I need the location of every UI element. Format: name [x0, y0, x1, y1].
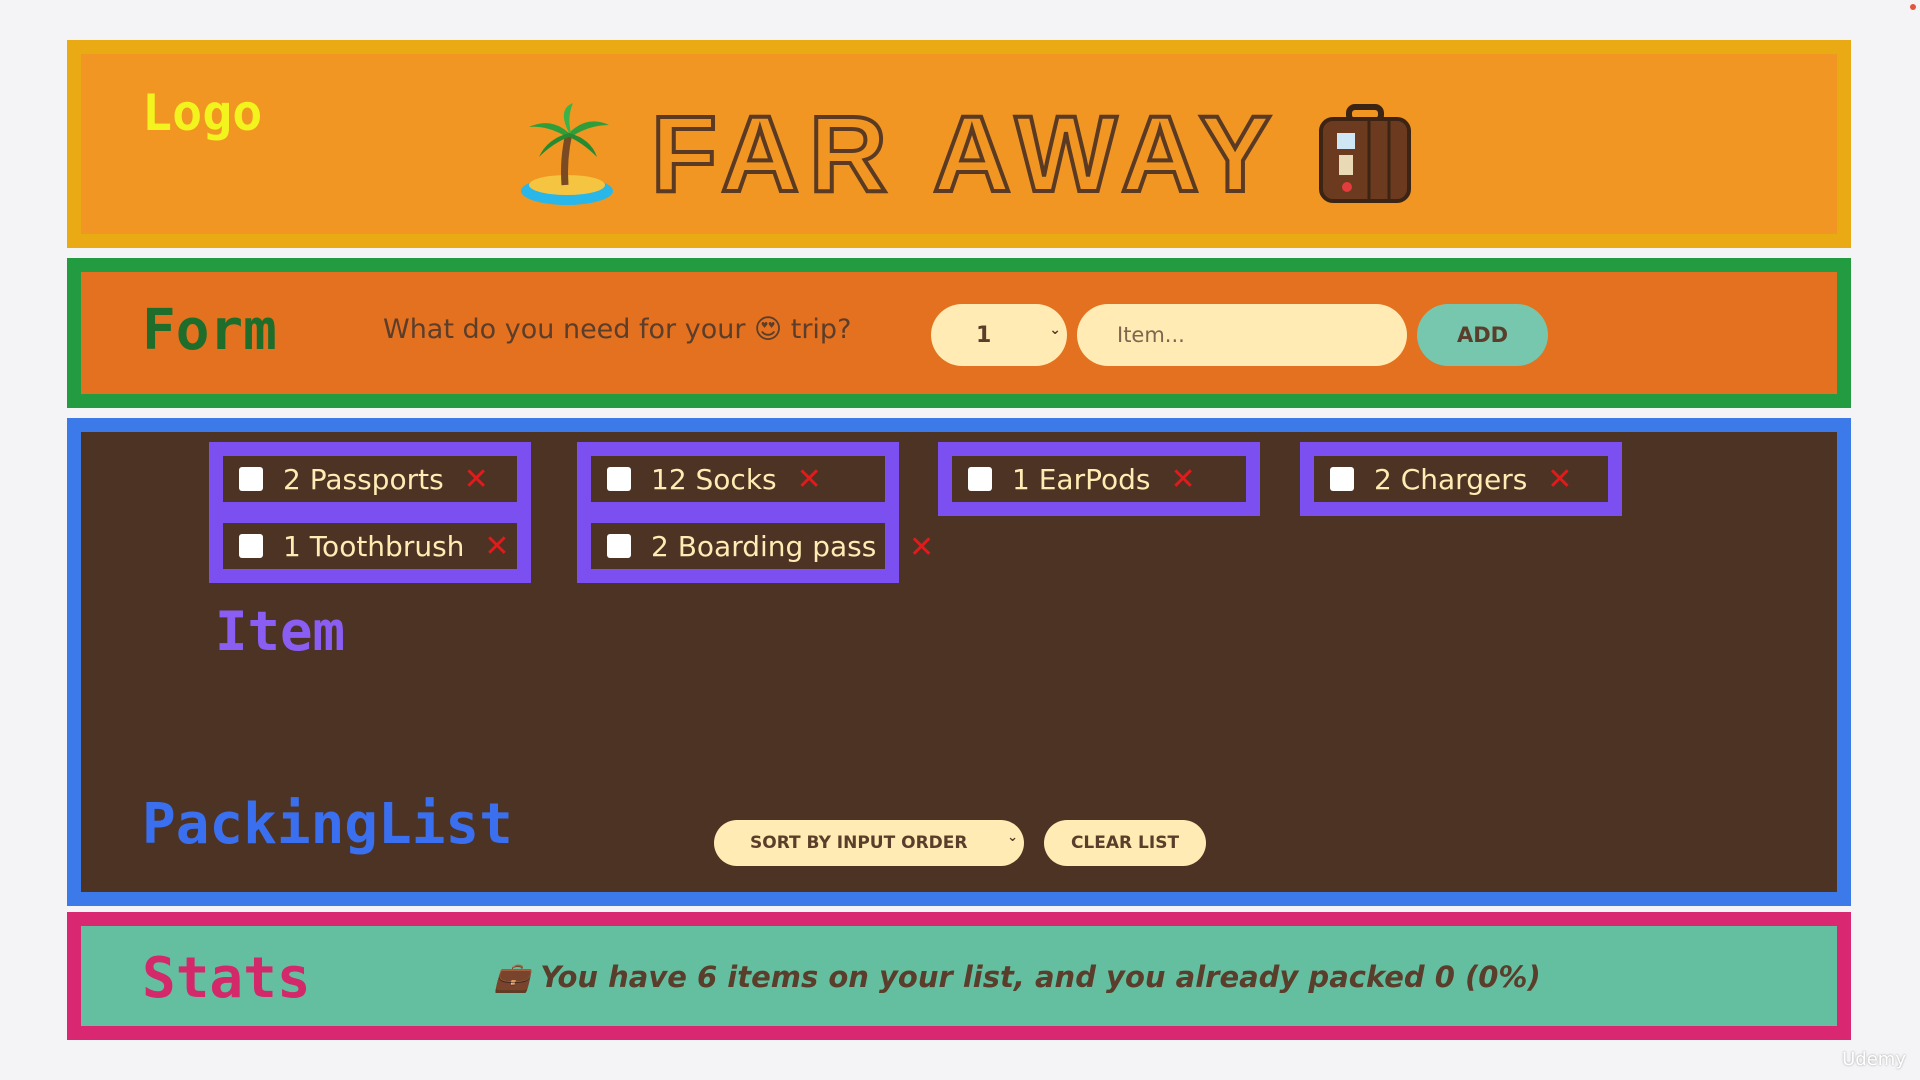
list-item: 12 Socks ✕ — [577, 442, 899, 516]
item-input-placeholder: Item... — [1117, 323, 1185, 347]
udemy-watermark: Udemy — [1842, 1049, 1906, 1070]
packed-checkbox[interactable] — [239, 467, 263, 491]
add-button-label: ADD — [1456, 323, 1509, 347]
stats-summary: 💼 You have 6 items on your list, and you… — [494, 960, 1541, 994]
suitcase-icon — [1319, 104, 1412, 203]
quantity-value: 1 — [976, 322, 992, 348]
list-item: 1 Toothbrush ✕ — [209, 509, 531, 583]
stats-component-label: Stats — [142, 946, 311, 1011]
quantity-select[interactable]: 1 ⌄ — [931, 304, 1067, 366]
packed-checkbox[interactable] — [607, 467, 631, 491]
list-item: 2 Chargers ✕ — [1300, 442, 1622, 516]
logo-panel: Logo FAR AWAY — [81, 54, 1837, 234]
delete-icon[interactable]: ✕ — [797, 462, 822, 497]
delete-icon[interactable]: ✕ — [909, 530, 934, 565]
stats-panel: Stats 💼 You have 6 items on your list, a… — [81, 926, 1837, 1026]
form-component-label: Form — [142, 298, 277, 363]
palm-island-icon — [521, 103, 613, 205]
delete-icon[interactable]: ✕ — [464, 462, 489, 497]
logo-section: Logo FAR AWAY — [67, 40, 1851, 248]
list-item: 1 EarPods ✕ — [938, 442, 1260, 516]
item-text: 2 Boarding pass — [651, 529, 877, 563]
app-header: FAR AWAY — [517, 93, 1415, 214]
chevron-down-icon: ⌄ — [1007, 830, 1018, 845]
list-item: 2 Boarding pass — [577, 509, 899, 583]
item-text: 1 EarPods — [1012, 462, 1151, 496]
sort-select[interactable]: SORT BY INPUT ORDER ⌄ — [714, 820, 1024, 866]
list-item: 2 Passports ✕ — [209, 442, 531, 516]
packed-checkbox[interactable] — [968, 467, 992, 491]
item-text: 12 Socks — [651, 462, 777, 496]
app-title: FAR AWAY — [649, 93, 1282, 214]
recording-dot-icon — [1910, 4, 1916, 10]
add-button[interactable]: ADD — [1417, 304, 1548, 366]
delete-icon[interactable]: ✕ — [1547, 462, 1572, 497]
logo-component-label: Logo — [142, 84, 263, 142]
packed-checkbox[interactable] — [239, 534, 263, 558]
item-input[interactable]: Item... — [1077, 304, 1407, 366]
clear-list-label: CLEAR LIST — [1070, 833, 1180, 853]
item-text: 2 Passports — [283, 462, 444, 496]
item-text: 1 Toothbrush — [283, 529, 465, 563]
chevron-down-icon: ⌄ — [1049, 322, 1061, 338]
form-question: What do you need for your 😍 trip? — [383, 314, 852, 345]
clear-list-button[interactable]: CLEAR LIST — [1044, 820, 1206, 866]
sort-select-value: SORT BY INPUT ORDER — [750, 833, 968, 853]
stats-section: Stats 💼 You have 6 items on your list, a… — [67, 912, 1851, 1040]
packed-checkbox[interactable] — [1330, 467, 1354, 491]
packed-checkbox[interactable] — [607, 534, 631, 558]
packinglist-component-label: PackingList — [142, 792, 513, 857]
item-component-label: Item — [215, 600, 346, 663]
delete-icon[interactable]: ✕ — [484, 529, 509, 564]
delete-icon[interactable]: ✕ — [1170, 462, 1195, 497]
item-text: 2 Chargers — [1374, 462, 1528, 496]
